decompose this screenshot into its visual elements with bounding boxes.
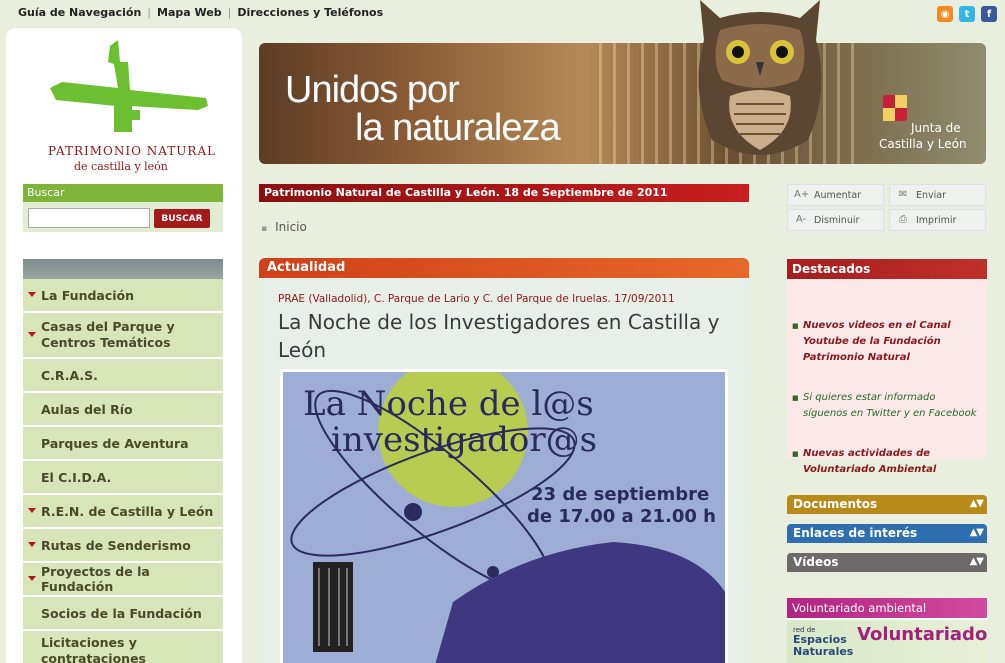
arrow-down-icon bbox=[28, 292, 36, 297]
nav-link-mapa-web[interactable]: Mapa Web bbox=[157, 6, 222, 19]
top-nav: Guía de Navegación | Mapa Web | Direccio… bbox=[18, 6, 383, 19]
expand-arrows-icon[interactable]: ▲▼ bbox=[970, 527, 984, 538]
nav-separator: | bbox=[147, 6, 152, 19]
printer-icon: ⎙ bbox=[899, 214, 907, 225]
hero-banner: Unidos por la naturaleza Junta de Castil… bbox=[259, 43, 986, 164]
aumentar-button[interactable]: A+ Aumentar bbox=[787, 184, 884, 206]
voluntariado-title: Voluntariado bbox=[857, 624, 988, 645]
arrow-down-icon bbox=[28, 542, 36, 547]
destacado-item[interactable]: Nuevos videos en el Canal Youtube de la … bbox=[792, 318, 979, 366]
destacados-list: Nuevos videos en el Canal Youtube de la … bbox=[787, 279, 987, 475]
arrow-down-icon bbox=[28, 332, 36, 337]
main-menu: La Fundación Casas del Parque y Centros … bbox=[23, 279, 223, 663]
search-input[interactable] bbox=[28, 208, 150, 228]
arrow-down-icon bbox=[28, 508, 36, 513]
tool-label: Enviar bbox=[916, 189, 947, 201]
poster-line-4: de 17.00 a 21.00 h bbox=[527, 506, 716, 527]
menu-item-label: Socios de la Fundación bbox=[41, 605, 202, 621]
nav-link-guia[interactable]: Guía de Navegación bbox=[18, 6, 141, 19]
search-label: Buscar bbox=[23, 184, 223, 202]
news-place: PRAE (Valladolid), C. Parque de Lario y … bbox=[278, 293, 675, 305]
section-label: Enlaces de interés bbox=[793, 526, 918, 540]
destacado-item[interactable]: Nuevas actividades de Voluntariado Ambie… bbox=[792, 446, 979, 478]
date-bar: Patrimonio Natural de Castilla y León. 1… bbox=[259, 184, 749, 202]
expand-arrows-icon[interactable]: ▲▼ bbox=[970, 556, 984, 567]
menu-item-rutas-de-senderismo[interactable]: Rutas de Senderismo bbox=[23, 529, 223, 563]
menu-item-label: La Fundación bbox=[41, 287, 135, 303]
menu-item-parques-de-aventura[interactable]: Parques de Aventura bbox=[23, 427, 223, 461]
logo-title: PATRIMONIO NATURAL bbox=[48, 144, 217, 158]
poster-line-1: La Noche de l@s bbox=[303, 384, 594, 424]
menu-item-casas-del-parque[interactable]: Casas del Parque y Centros Temáticos bbox=[23, 313, 223, 359]
voluntariado-header: Voluntariado ambiental bbox=[787, 598, 987, 618]
disminuir-button[interactable]: A- Disminuir bbox=[787, 209, 884, 231]
facebook-icon[interactable]: f bbox=[981, 6, 997, 22]
destacado-item[interactable]: Si quieres estar informado síguenos en T… bbox=[792, 390, 979, 422]
search-button[interactable]: BUSCAR bbox=[154, 209, 210, 228]
actualidad-panel: Actualidad PRAE (Valladolid), C. Parque … bbox=[259, 258, 749, 663]
voluntariado-network: Espacios Naturales bbox=[793, 633, 854, 658]
section-documentos[interactable]: Documentos ▲▼ bbox=[787, 495, 987, 514]
menu-item-label: Aulas del Río bbox=[41, 401, 133, 417]
voluntariado-panel: Voluntariado ambiental red de Espacios N… bbox=[787, 598, 987, 663]
menu-item-aulas-del-rio[interactable]: Aulas del Río bbox=[23, 393, 223, 427]
menu-item-label: Licitaciones y contrataciones bbox=[41, 635, 146, 663]
destacados-panel: Destacados Nuevos videos en el Canal You… bbox=[787, 259, 987, 475]
enviar-button[interactable]: ✉ Enviar bbox=[889, 184, 986, 206]
actualidad-header: Actualidad bbox=[259, 258, 749, 278]
arrow-down-icon bbox=[28, 576, 36, 581]
menu-item-label: Parques de Aventura bbox=[41, 435, 189, 451]
tool-label: Aumentar bbox=[814, 189, 862, 201]
menu-item-proyectos[interactable]: Proyectos de la Fundación bbox=[23, 563, 223, 597]
tool-label: Imprimir bbox=[916, 214, 957, 226]
destacados-header: Destacados bbox=[787, 259, 987, 279]
banner-headline-2: la naturaleza bbox=[355, 107, 561, 149]
nav-link-direcciones[interactable]: Direcciones y Teléfonos bbox=[237, 6, 383, 19]
menu-item-label: R.E.N. de Castilla y León bbox=[41, 503, 214, 519]
poster-line-3: 23 de septiembre bbox=[531, 484, 710, 505]
nav-separator: | bbox=[227, 6, 232, 19]
menu-item-ren[interactable]: R.E.N. de Castilla y León bbox=[23, 495, 223, 529]
poster-line-2: investigador@s bbox=[331, 420, 598, 460]
social-links: ◉ t f bbox=[937, 6, 997, 22]
left-sidebar: PATRIMONIO NATURAL de castilla y león Bu… bbox=[6, 28, 242, 663]
section-label: Vídeos bbox=[793, 555, 839, 569]
menu-item-licitaciones[interactable]: Licitaciones y contrataciones bbox=[23, 631, 223, 663]
envelope-icon: ✉ bbox=[898, 189, 908, 200]
menu-item-el-cida[interactable]: El C.I.D.A. bbox=[23, 461, 223, 495]
site-logo[interactable]: PATRIMONIO NATURAL de castilla y león bbox=[48, 40, 218, 173]
tool-label: Disminuir bbox=[814, 214, 860, 226]
banner-headline-1: Unidos por bbox=[285, 69, 460, 111]
menu-item-socios[interactable]: Socios de la Fundación bbox=[23, 597, 223, 631]
menu-item-label: Casas del Parque y Centros Temáticos bbox=[41, 319, 175, 350]
news-title[interactable]: La Noche de los Investigadores en Castil… bbox=[278, 308, 738, 364]
banner-brand-2: Castilla y León bbox=[879, 137, 967, 151]
zoom-in-icon: A+ bbox=[794, 189, 810, 200]
section-enlaces[interactable]: Enlaces de interés ▲▼ bbox=[787, 524, 987, 543]
menu-header-bar bbox=[23, 259, 223, 279]
menu-item-label: C.R.A.S. bbox=[41, 367, 98, 383]
zoom-out-icon: A- bbox=[795, 214, 807, 225]
imprimir-button[interactable]: ⎙ Imprimir bbox=[889, 209, 986, 231]
section-videos[interactable]: Vídeos ▲▼ bbox=[787, 553, 987, 572]
news-poster-image[interactable]: La Noche de l@s investigador@s 23 de sep… bbox=[280, 369, 728, 663]
cross-logo-icon bbox=[50, 40, 208, 132]
menu-item-la-fundacion[interactable]: La Fundación bbox=[23, 279, 223, 313]
section-label: Documentos bbox=[793, 497, 878, 511]
menu-item-label: Proyectos de la Fundación bbox=[41, 564, 150, 594]
owl-image bbox=[698, 0, 822, 155]
twitter-icon[interactable]: t bbox=[959, 6, 975, 22]
breadcrumb[interactable]: Inicio bbox=[261, 220, 307, 234]
search-box: Buscar BUSCAR bbox=[23, 184, 223, 232]
banner-brand-1: Junta de bbox=[911, 121, 961, 135]
rss-icon[interactable]: ◉ bbox=[937, 6, 953, 22]
menu-item-cras[interactable]: C.R.A.S. bbox=[23, 359, 223, 393]
coat-of-arms-icon bbox=[883, 95, 907, 121]
voluntariado-banner[interactable]: red de Espacios Naturales Voluntariado bbox=[787, 620, 987, 663]
menu-item-label: Rutas de Senderismo bbox=[41, 537, 191, 553]
menu-item-label: El C.I.D.A. bbox=[41, 469, 112, 485]
logo-subtitle: de castilla y león bbox=[74, 160, 168, 173]
expand-arrows-icon[interactable]: ▲▼ bbox=[970, 498, 984, 509]
